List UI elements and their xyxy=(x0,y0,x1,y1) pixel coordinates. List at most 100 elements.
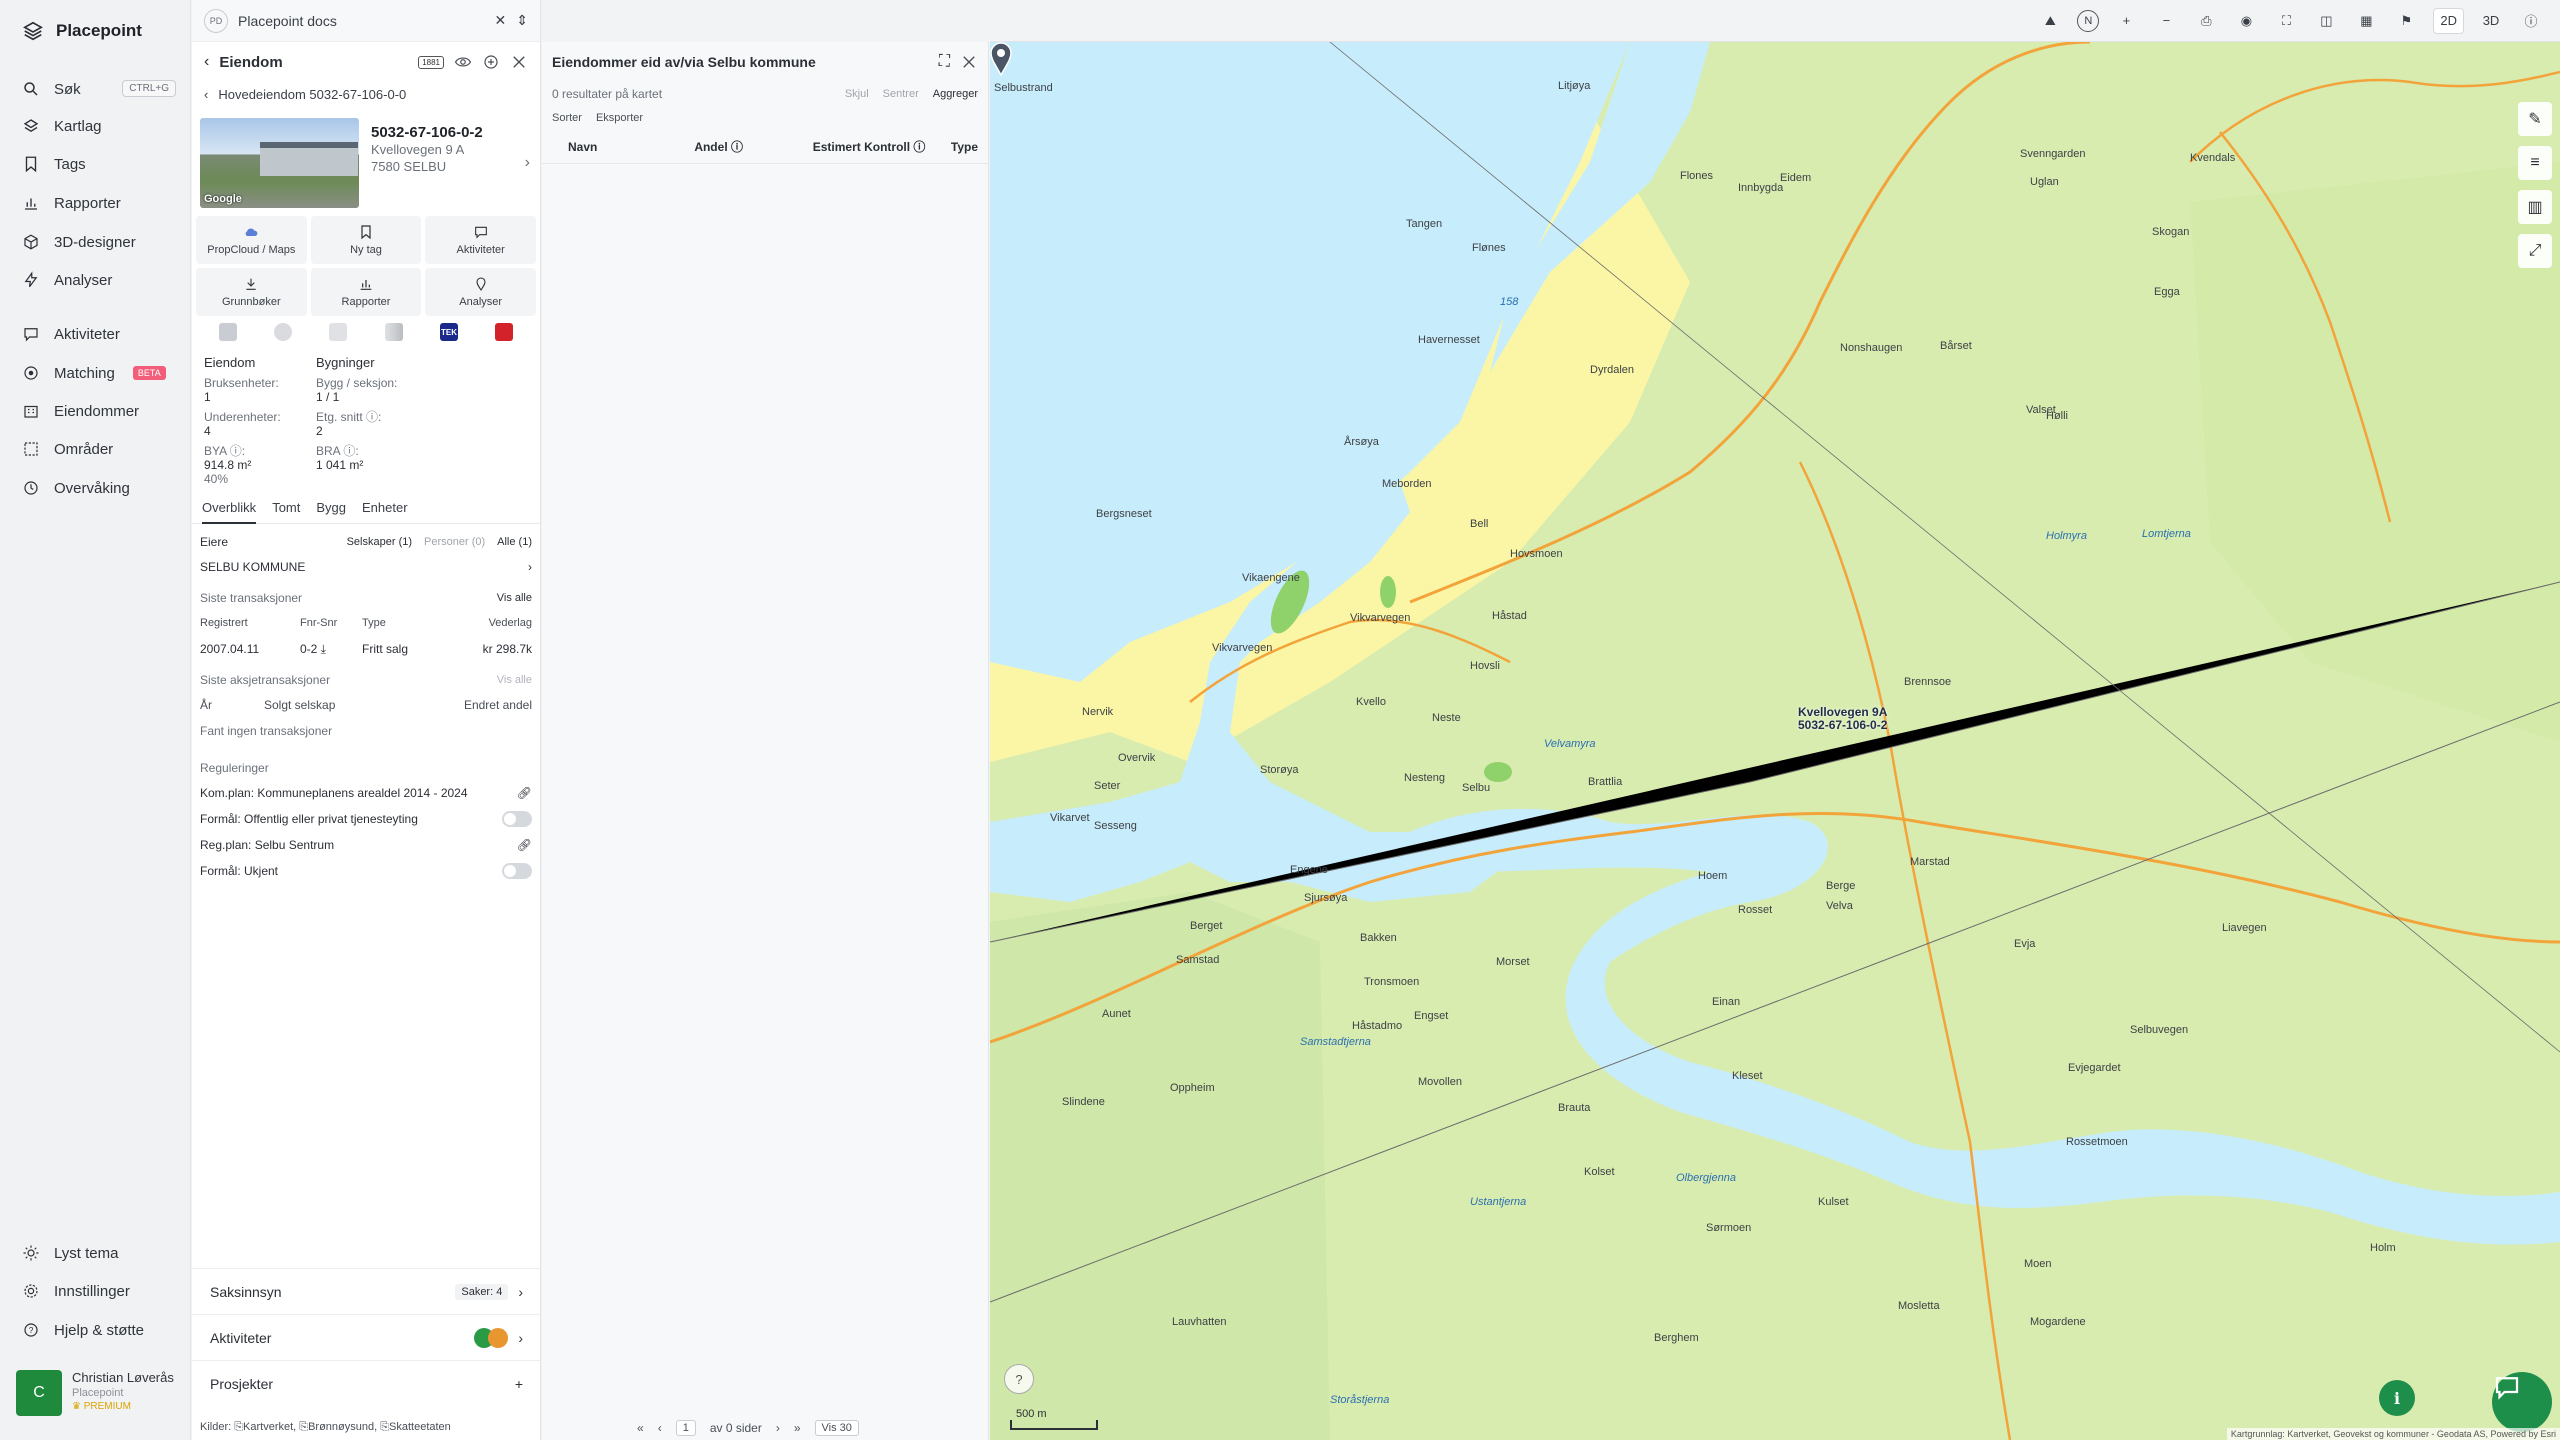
list-item[interactable]: Kom.plan: Kommuneplanens arealdel 2014 -… xyxy=(200,780,532,806)
nav-analyser[interactable]: Analyser xyxy=(22,267,172,293)
list-item[interactable]: Formål: Offentlig eller privat tjenestey… xyxy=(200,806,532,832)
last-page-icon[interactable]: » xyxy=(794,1421,801,1435)
analyses-button[interactable]: Analyser xyxy=(425,268,536,316)
export-button[interactable]: Eksporter xyxy=(596,112,643,124)
add-circle-icon[interactable] xyxy=(482,53,500,71)
nav-search[interactable]: Søk CTRL+G xyxy=(22,76,176,102)
tab-enheter[interactable]: Enheter xyxy=(362,500,408,524)
source-badge[interactable]: 1881 xyxy=(418,55,444,69)
tab-tomt[interactable]: Tomt xyxy=(272,500,300,524)
eye-icon[interactable] xyxy=(454,53,472,71)
aktiviteter-row[interactable]: Aktiviteter › xyxy=(192,1314,541,1360)
ext-bars-icon[interactable] xyxy=(384,323,403,341)
map-canvas[interactable]: Selbustrand Litjøya Flones Eidem Tangen … xyxy=(990,42,2560,1440)
transactions-view-all[interactable]: Vis alle xyxy=(497,592,532,604)
activities-button[interactable]: Aktiviteter xyxy=(425,216,536,264)
col-kontroll[interactable]: Estimert Kontroll ⓘ xyxy=(813,138,951,155)
center-button[interactable]: Sentrer xyxy=(883,88,919,100)
propcloud-button[interactable]: PropCloud / Maps xyxy=(196,216,307,264)
property-card[interactable]: Google 5032-67-106-0-2 Kvellovegen 9 A 7… xyxy=(192,106,540,216)
mode-3d-button[interactable]: 3D xyxy=(2478,8,2504,34)
print-icon[interactable]: ⎙ xyxy=(2193,8,2219,34)
link-icon[interactable]: 🔗︎ xyxy=(517,838,532,852)
map-help-icon[interactable]: ? xyxy=(1004,1364,1034,1394)
breadcrumb[interactable]: ‹ Hovedeiendom 5032-67-106-0-0 xyxy=(192,82,540,106)
grunnboker-button[interactable]: Grunnbøker xyxy=(196,268,307,316)
expand-icon[interactable]: ⇕ xyxy=(516,12,528,29)
share-tx-view-all[interactable]: Vis alle xyxy=(497,674,532,686)
nav-aktiviteter[interactable]: Aktiviteter xyxy=(22,321,172,347)
app-logo[interactable]: Placepoint xyxy=(22,20,142,42)
reports-button[interactable]: Rapporter xyxy=(310,268,422,316)
map-tool-measure-icon[interactable]: ⤢ xyxy=(2518,234,2552,268)
prosjekter-row[interactable]: Prosjekter + xyxy=(192,1360,541,1406)
info-button[interactable]: i xyxy=(2379,1380,2415,1416)
tek-icon[interactable]: TEK xyxy=(439,323,458,341)
mode-2d-button[interactable]: 2D xyxy=(2433,7,2464,34)
hide-button[interactable]: Skjul xyxy=(845,88,869,100)
info-icon[interactable]: ⓘ xyxy=(2518,8,2544,34)
page-size-select[interactable]: Vis 30 xyxy=(814,1420,859,1436)
owners-persons-filter[interactable]: Personer (0) xyxy=(424,536,485,548)
prev-page-icon[interactable]: ‹ xyxy=(658,1421,662,1435)
reg-toggle[interactable] xyxy=(502,811,532,827)
close-panel-icon[interactable] xyxy=(510,53,528,71)
col-navn[interactable]: Navn xyxy=(552,140,694,154)
sort-button[interactable]: Sorter xyxy=(552,112,582,124)
next-page-icon[interactable]: › xyxy=(776,1421,780,1435)
nav-kartlag[interactable]: Kartlag xyxy=(22,113,172,139)
eye-icon[interactable]: ◉ xyxy=(2233,8,2259,34)
tab-bygg[interactable]: Bygg xyxy=(316,500,346,524)
chat-button[interactable] xyxy=(2492,1372,2552,1432)
fullscreen-icon[interactable]: ⛶ xyxy=(939,53,950,71)
close-icon[interactable]: ✕ xyxy=(495,12,507,29)
link-icon[interactable]: 🔗︎ xyxy=(517,786,532,800)
col-andel[interactable]: Andel ⓘ xyxy=(694,138,812,155)
nav-tags[interactable]: Tags xyxy=(22,151,172,177)
camera-icon[interactable]: ◫ xyxy=(2313,8,2339,34)
saksinnsyn-row[interactable]: Saksinnsyn Saker: 4 › xyxy=(192,1268,541,1314)
property-marker-icon[interactable] xyxy=(990,42,1012,76)
owners-companies-filter[interactable]: Selskaper (1) xyxy=(347,536,412,548)
list-item[interactable]: Formål: Ukjent xyxy=(200,858,532,884)
aggregate-button[interactable]: Aggreger xyxy=(933,88,978,100)
plus-icon[interactable]: + xyxy=(515,1376,523,1392)
list-item[interactable]: Reg.plan: Selbu Sentrum 🔗︎ xyxy=(200,832,532,858)
zoom-out-icon[interactable]: − xyxy=(2153,8,2179,34)
property-photo[interactable]: Google xyxy=(200,118,359,208)
compass-icon[interactable]: N xyxy=(2077,9,2100,32)
nav-matching[interactable]: Matching BETA xyxy=(22,360,172,386)
owner-row[interactable]: SELBU KOMMUNE › xyxy=(200,554,532,580)
close-icon[interactable] xyxy=(960,53,978,71)
layers-3d-icon[interactable]: ⛰ xyxy=(2037,8,2063,34)
map-tool-chart-icon[interactable]: ▥ xyxy=(2518,190,2552,224)
nav-omrader[interactable]: Områder xyxy=(22,436,172,462)
back-icon[interactable]: ‹ xyxy=(204,53,209,71)
nav-help[interactable]: ? Hjelp & støtte xyxy=(22,1317,172,1343)
ext-hands-icon[interactable] xyxy=(329,323,348,341)
nav-overvaking[interactable]: Overvåking xyxy=(22,475,172,501)
zoom-in-icon[interactable]: + xyxy=(2113,8,2139,34)
ext-link-icon[interactable] xyxy=(218,323,237,341)
fullscreen-icon[interactable]: ⛶ xyxy=(2273,8,2299,34)
docs-title[interactable]: Placepoint docs xyxy=(238,13,485,29)
nav-settings[interactable]: Innstillinger xyxy=(22,1278,172,1304)
table-row[interactable]: 2007.04.11 0-2 ⤓ Fritt salg kr 298.7k xyxy=(200,636,532,662)
nav-3d-designer[interactable]: 3D-designer xyxy=(22,229,172,255)
grid-icon[interactable]: ▦ xyxy=(2353,8,2379,34)
reg-toggle[interactable] xyxy=(502,863,532,879)
page-input[interactable]: 1 xyxy=(675,1420,696,1436)
tab-overblikk[interactable]: Overblikk xyxy=(202,500,257,524)
nav-eiendommer[interactable]: Eiendommer xyxy=(22,398,172,424)
ext-house-icon[interactable] xyxy=(495,323,514,341)
ext-globe-icon[interactable] xyxy=(273,323,292,341)
user-card[interactable]: C Christian Løverås Placepoint ♛ PREMIUM xyxy=(16,1370,176,1416)
nav-rapporter[interactable]: Rapporter xyxy=(22,190,172,216)
new-tag-button[interactable]: Ny tag xyxy=(310,216,422,264)
map-tool-layers-icon[interactable]: ≡ xyxy=(2518,146,2552,180)
bookmark-icon[interactable]: ⚑ xyxy=(2393,8,2419,34)
first-page-icon[interactable]: « xyxy=(637,1421,644,1435)
nav-light-theme[interactable]: Lyst tema xyxy=(22,1240,172,1266)
owners-all-filter[interactable]: Alle (1) xyxy=(497,536,532,548)
col-type[interactable]: Type xyxy=(951,140,978,154)
